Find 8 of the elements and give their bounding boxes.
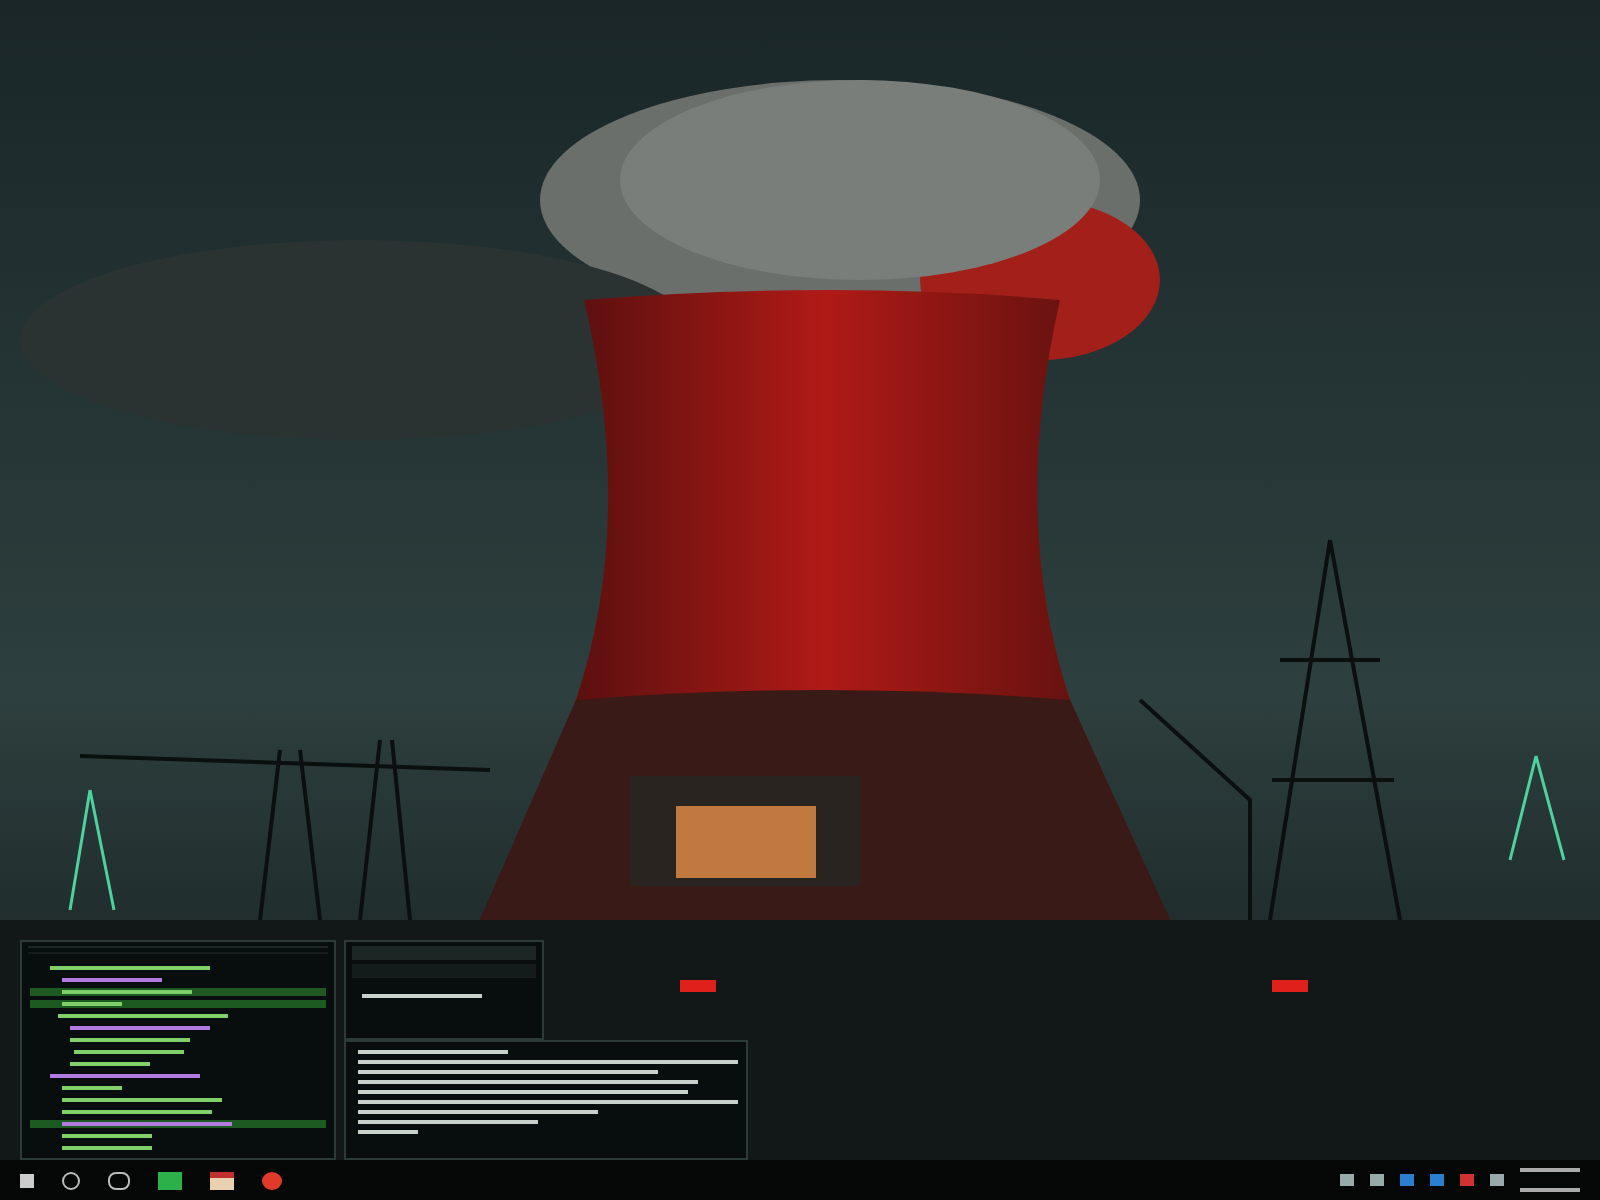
folder-icon[interactable] [158, 1171, 182, 1189]
windows-logo-icon[interactable] [20, 1173, 34, 1187]
task-view-icon[interactable] [108, 1171, 130, 1189]
circle-icon[interactable] [62, 1171, 80, 1189]
tree-row[interactable] [30, 1000, 326, 1008]
store-icon[interactable] [210, 1171, 234, 1189]
tree-row[interactable] [30, 988, 326, 996]
app-icon[interactable] [262, 1171, 282, 1189]
